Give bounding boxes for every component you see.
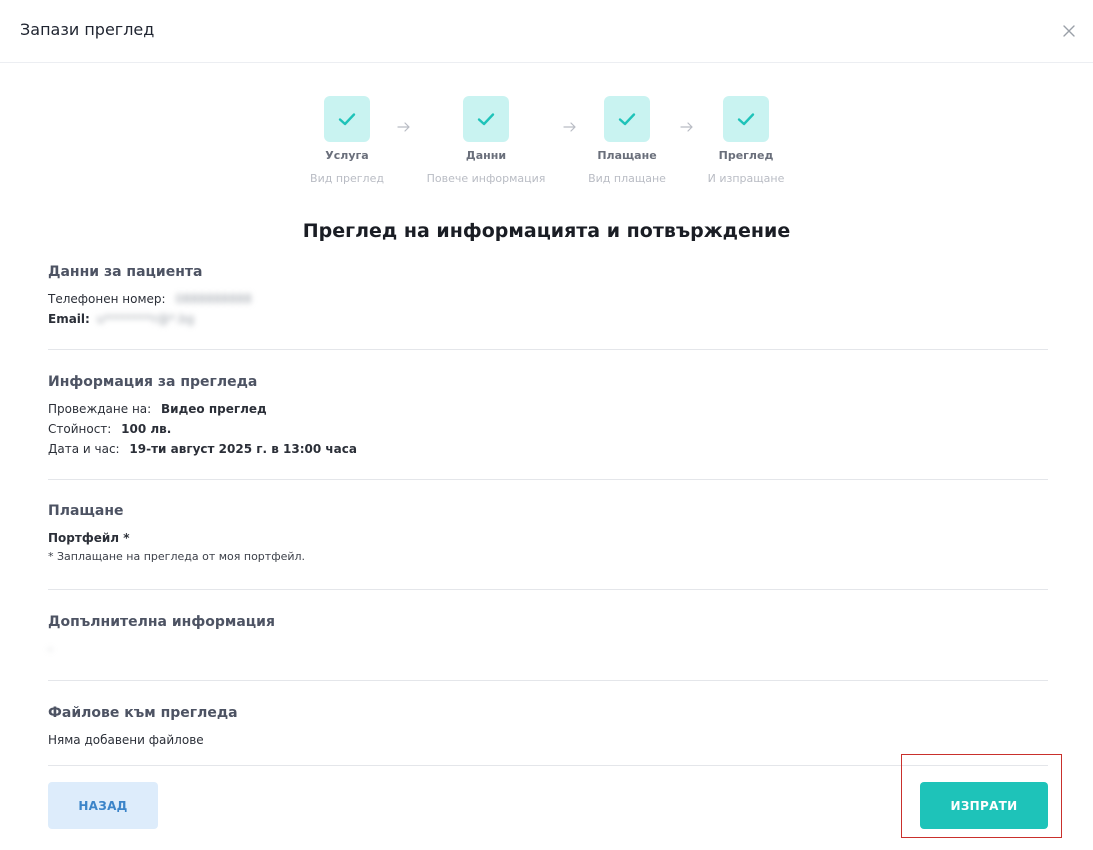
check-icon xyxy=(477,113,495,126)
files-section: Файлове към прегледа Няма добавени файло… xyxy=(48,705,1048,766)
phone-value: 0888888888 xyxy=(175,292,252,306)
email-value: u********r@*.bg xyxy=(96,312,195,326)
exam-section: Информация за прегледа Провеждане на: Ви… xyxy=(48,374,1048,480)
additional-info-section: Допълнителна информация - xyxy=(48,614,1048,681)
progress-stepper: Услуга Вид преглед Данни Повече информац… xyxy=(0,96,1093,196)
datetime-value: 19-ти август 2025 г. в 13:00 часа xyxy=(129,442,357,456)
check-icon xyxy=(737,113,755,126)
dialog-title: Запази преглед xyxy=(20,20,155,39)
arrow-right-icon xyxy=(397,122,410,132)
price-label: Стойност: xyxy=(48,422,112,436)
payment-method: Портфейл * xyxy=(48,531,130,545)
price-value: 100 лв. xyxy=(121,422,172,436)
datetime-label: Дата и час: xyxy=(48,442,120,456)
exam-mode-row: Провеждане на: Видео преглед xyxy=(48,399,1048,419)
page-heading: Преглед на информацията и потвърждение xyxy=(302,220,791,242)
step-name: Преглед xyxy=(718,149,774,162)
step-done-badge xyxy=(463,96,509,142)
step-service[interactable]: Услуга Вид преглед xyxy=(277,96,417,185)
step-description: И изпращане xyxy=(707,172,785,185)
payment-section: Плащане Портфейл * * Заплащане на прегле… xyxy=(48,503,1048,590)
close-icon[interactable] xyxy=(1060,22,1078,40)
price-row: Стойност: 100 лв. xyxy=(48,419,1048,439)
step-done-badge xyxy=(604,96,650,142)
exam-mode-label: Провеждане на: xyxy=(48,402,152,416)
send-button[interactable]: ИЗПРАТИ xyxy=(920,782,1048,829)
section-title: Файлове към прегледа xyxy=(48,705,238,721)
exam-mode-value: Видео преглед xyxy=(161,402,267,416)
step-name: Услуга xyxy=(325,149,369,162)
email-row: Email: u********r@*.bg xyxy=(48,309,1048,329)
section-title: Допълнителна информация xyxy=(48,614,275,630)
patient-section: Данни за пациента Телефонен номер: 08888… xyxy=(48,264,1048,350)
section-title: Информация за прегледа xyxy=(48,374,258,390)
step-done-badge xyxy=(324,96,370,142)
section-title: Плащане xyxy=(48,503,124,519)
step-description: Повече информация xyxy=(426,172,546,185)
step-done-badge xyxy=(723,96,769,142)
step-name: Данни xyxy=(465,149,507,162)
files-empty-text: Няма добавени файлове xyxy=(48,733,204,747)
step-review[interactable]: Преглед И изпращане xyxy=(676,96,816,185)
phone-row: Телефонен номер: 0888888888 xyxy=(48,289,1048,309)
phone-label: Телефонен номер: xyxy=(48,292,166,306)
dialog-header: Запази преглед xyxy=(0,0,1093,63)
check-icon xyxy=(338,113,356,126)
section-title: Данни за пациента xyxy=(48,264,203,280)
step-description: Вид преглед xyxy=(310,172,384,185)
payment-note: * Заплащане на прегледа от моя портфейл. xyxy=(48,550,306,563)
datetime-row: Дата и час: 19-ти август 2025 г. в 13:00… xyxy=(48,439,1048,459)
additional-info-value: - xyxy=(48,642,53,656)
back-button[interactable]: НАЗАД xyxy=(48,782,158,829)
step-data[interactable]: Данни Повече информация xyxy=(416,96,556,185)
email-label: Email: xyxy=(48,312,90,326)
check-icon xyxy=(618,113,636,126)
